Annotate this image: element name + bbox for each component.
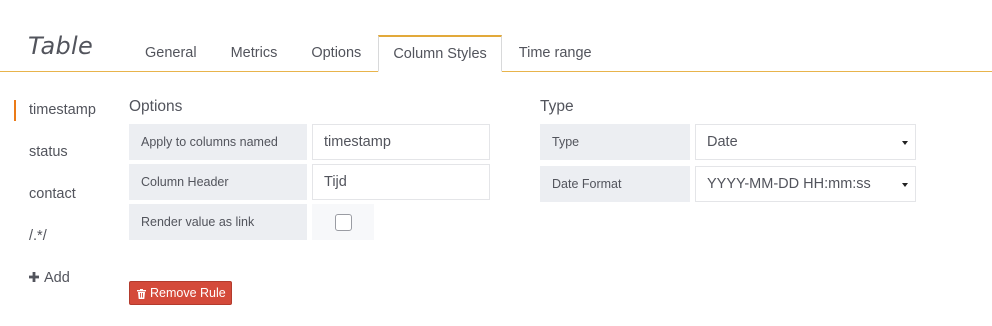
render-link-label: Render value as link — [129, 204, 307, 240]
plus-icon — [29, 264, 39, 292]
apply-columns-input[interactable] — [324, 134, 478, 150]
tab-time-range[interactable]: Time range — [502, 35, 609, 72]
date-format-select[interactable]: YYYY-MM-DD HH:mm:ss — [695, 166, 916, 202]
render-link-checkbox-wrap — [312, 204, 374, 240]
options-section-title: Options — [129, 98, 183, 115]
apply-columns-label: Apply to columns named — [129, 124, 307, 160]
column-header-label: Column Header — [129, 164, 307, 200]
trash-icon — [137, 288, 146, 299]
panel-title: Table — [28, 32, 94, 60]
column-header-row: Column Header — [129, 164, 490, 200]
editor-tabs: General Metrics Options Column Styles Ti… — [128, 35, 609, 72]
remove-rule-button[interactable]: Remove Rule — [129, 281, 232, 305]
column-header-field[interactable] — [312, 164, 490, 200]
date-format-label: Date Format — [540, 166, 690, 202]
tab-options[interactable]: Options — [294, 35, 378, 72]
add-rule-label: Add — [44, 270, 70, 286]
caret-down-icon — [902, 183, 908, 187]
style-rules-list: timestamp status contact /.*/ Add — [14, 96, 114, 292]
apply-columns-row: Apply to columns named — [129, 124, 490, 160]
column-header-input[interactable] — [324, 174, 478, 190]
remove-rule-label: Remove Rule — [150, 286, 226, 300]
caret-down-icon — [902, 141, 908, 145]
date-format-select-value: YYYY-MM-DD HH:mm:ss — [707, 176, 871, 192]
render-link-row: Render value as link — [129, 204, 374, 240]
sidebar-item-contact[interactable]: contact — [14, 180, 114, 222]
type-select[interactable]: Date — [695, 124, 916, 160]
tab-metrics[interactable]: Metrics — [214, 35, 295, 72]
sidebar-item-status[interactable]: status — [14, 138, 114, 180]
type-section-title: Type — [540, 98, 574, 115]
sidebar-item-timestamp[interactable]: timestamp — [14, 96, 114, 138]
type-label: Type — [540, 124, 690, 160]
date-format-row: Date Format YYYY-MM-DD HH:mm:ss — [540, 166, 916, 202]
type-row: Type Date — [540, 124, 916, 160]
type-select-value: Date — [707, 134, 738, 150]
render-link-checkbox[interactable] — [334, 213, 352, 231]
tab-column-styles[interactable]: Column Styles — [378, 35, 502, 72]
add-rule-button[interactable]: Add — [14, 264, 114, 292]
apply-columns-field[interactable] — [312, 124, 490, 160]
sidebar-item-regex-all[interactable]: /.*/ — [14, 222, 114, 264]
tab-general[interactable]: General — [128, 35, 214, 72]
